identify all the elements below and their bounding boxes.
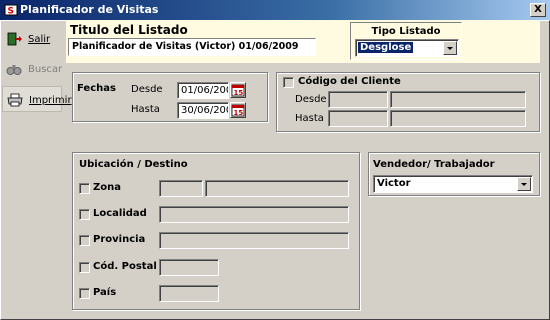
zona-label: Zona [93, 182, 121, 193]
vendedor-group: Vendedor/ Trabajador Victor [368, 152, 540, 196]
titulo-input[interactable]: Planificador de Visitas (Victor) 01/06/2… [68, 38, 316, 56]
vendedor-select[interactable]: Victor [373, 175, 533, 193]
ubicacion-group: Ubicación / Destino Zona Localidad Provi… [72, 152, 360, 310]
cod-postal-label: Cód. Postal [93, 261, 157, 272]
buscar-label: Buscar [28, 64, 63, 75]
fechas-label: Fechas [77, 83, 116, 94]
codigo-cliente-checkbox[interactable] [283, 77, 294, 88]
tipo-listado-select[interactable]: Desglose [355, 39, 459, 57]
chevron-down-icon[interactable] [517, 177, 531, 191]
provincia-checkbox[interactable] [79, 235, 90, 246]
vendedor-label: Vendedor/ Trabajador [373, 159, 495, 170]
tipo-listado-label: Tipo Listado [371, 26, 441, 37]
codigo-hasta-name-input[interactable] [390, 110, 526, 127]
fecha-desde-input[interactable]: 01/06/2009 [177, 82, 229, 99]
pais-label: País [93, 287, 117, 298]
codigo-hasta-input[interactable] [328, 110, 388, 127]
salir-label: Salir [28, 34, 51, 45]
codigo-cliente-label: Código del Cliente [298, 76, 401, 87]
buscar-button[interactable]: Buscar [2, 56, 62, 82]
app-icon: S [4, 4, 18, 17]
provincia-label: Provincia [93, 234, 146, 245]
fechas-hasta-label: Hasta [131, 104, 160, 115]
codigo-cliente-group: Código del Cliente Desde Hasta [276, 72, 540, 132]
printer-icon [7, 93, 23, 107]
fechas-desde-label: Desde [131, 84, 163, 95]
calendar-icon: 15 [231, 104, 245, 117]
close-button[interactable]: X [530, 3, 546, 17]
pais-checkbox[interactable] [79, 288, 90, 299]
imprimir-button[interactable]: Imprimir [2, 86, 72, 112]
chevron-down-icon[interactable] [443, 41, 457, 55]
exit-icon [7, 32, 22, 46]
localidad-input[interactable] [159, 206, 349, 223]
binoculars-icon [6, 65, 22, 75]
window-titlebar: S Planificador de Visitas X [0, 0, 550, 20]
ubicacion-label: Ubicación / Destino [79, 159, 188, 170]
vendedor-value: Victor [377, 178, 411, 189]
header-panel: Titulo del Listado Planificador de Visit… [66, 20, 540, 63]
svg-text:15: 15 [234, 89, 244, 97]
pais-input[interactable] [159, 285, 219, 302]
codigo-desde-label: Desde [295, 94, 327, 105]
localidad-label: Localidad [93, 208, 147, 219]
tipo-listado-box: Tipo Listado Desglose [350, 22, 462, 60]
cod-postal-checkbox[interactable] [79, 262, 90, 273]
fecha-hasta-input[interactable]: 30/06/2009 [177, 102, 229, 119]
codigo-desde-input[interactable] [328, 91, 388, 108]
zona-name-input[interactable] [205, 180, 349, 197]
imprimir-label: Imprimir [29, 95, 72, 106]
provincia-input[interactable] [159, 232, 349, 249]
cod-postal-input[interactable] [159, 259, 219, 276]
titulo-label: Titulo del Listado [70, 23, 188, 37]
salir-button[interactable]: Salir [2, 26, 62, 52]
fecha-hasta-calendar-button[interactable]: 15 [230, 102, 246, 118]
codigo-hasta-label: Hasta [295, 113, 324, 124]
calendar-icon: 15 [231, 84, 245, 97]
tipo-listado-value: Desglose [358, 42, 414, 53]
svg-text:S: S [8, 7, 14, 17]
svg-text:15: 15 [234, 109, 244, 117]
localidad-checkbox[interactable] [79, 209, 90, 220]
window-title: Planificador de Visitas [20, 3, 159, 16]
side-toolbar: Salir Buscar Imprimir [0, 22, 72, 116]
codigo-desde-name-input[interactable] [390, 91, 526, 108]
fecha-desde-calendar-button[interactable]: 15 [230, 82, 246, 98]
fechas-group: Fechas Desde 01/06/2009 15 Hasta 30/06/2… [72, 72, 268, 122]
zona-checkbox[interactable] [79, 183, 90, 194]
zona-code-input[interactable] [159, 180, 203, 197]
